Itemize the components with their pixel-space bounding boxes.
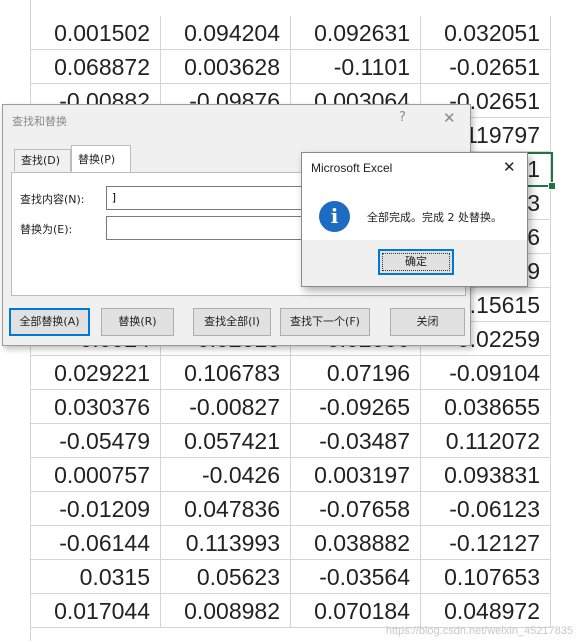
table-cell[interactable]: 0.017044: [31, 594, 161, 628]
table-cell[interactable]: 0.003628: [161, 50, 291, 84]
dialog-title: 查找和替换: [12, 115, 67, 128]
table-cell[interactable]: -0.05479: [31, 424, 161, 458]
table-cell[interactable]: 0.001502: [31, 16, 161, 50]
table-cell[interactable]: 0.057421: [161, 424, 291, 458]
tab-find[interactable]: 查找(D): [14, 149, 71, 171]
table-cell[interactable]: -0.01209: [31, 492, 161, 526]
table-cell[interactable]: 0.092631: [291, 16, 421, 50]
table-row: -0.05479 0.057421 -0.03487 0.112072: [0, 424, 581, 458]
table-cell[interactable]: 0.030376: [31, 390, 161, 424]
table-cell[interactable]: 0.094204: [161, 16, 291, 50]
table-cell[interactable]: -0.03564: [291, 560, 421, 594]
close-icon[interactable]: ✕: [503, 158, 516, 176]
table-cell[interactable]: -0.0426: [161, 458, 291, 492]
table-cell[interactable]: -0.03487: [291, 424, 421, 458]
table-cell[interactable]: 0.0315: [31, 560, 161, 594]
table-row: 0.030376 -0.00827 -0.09265 0.038655: [0, 390, 581, 424]
table-cell[interactable]: 0.093831: [421, 458, 551, 492]
table-row: -0.06144 0.113993 0.038882 -0.12127: [0, 526, 581, 560]
table-cell[interactable]: -0.00827: [161, 390, 291, 424]
help-icon[interactable]: ?: [399, 110, 406, 125]
table-row: 0.001502 0.094204 0.092631 0.032051: [0, 16, 581, 50]
close-icon[interactable]: ✕: [443, 109, 456, 127]
table-row: 0.000757 -0.0426 0.003197 0.093831: [0, 458, 581, 492]
message-box-titlebar: Microsoft Excel ✕: [302, 153, 527, 184]
table-cell[interactable]: 0.038655: [421, 390, 551, 424]
table-cell[interactable]: 0.05623: [161, 560, 291, 594]
table-row: 0.017044 0.008982 0.070184 0.048972: [0, 594, 581, 628]
find-all-button[interactable]: 查找全部(I): [193, 308, 271, 336]
close-button[interactable]: 关闭: [390, 308, 465, 336]
replace-all-button[interactable]: 全部替换(A): [9, 308, 90, 336]
table-cell[interactable]: 0.107653: [421, 560, 551, 594]
table-cell[interactable]: 0.032051: [421, 16, 551, 50]
table-cell[interactable]: -0.1101: [291, 50, 421, 84]
table-cell[interactable]: 0.106783: [161, 356, 291, 390]
table-row: 0.029221 0.106783 0.07196 -0.09104: [0, 356, 581, 390]
replace-button[interactable]: 替换(R): [101, 308, 174, 336]
tab-replace[interactable]: 替换(P): [71, 145, 131, 173]
message-box-body: i 全部完成。完成 2 处替换。: [302, 184, 527, 240]
table-cell[interactable]: 0.008982: [161, 594, 291, 628]
replace-with-label: 替换为(E):: [20, 223, 73, 236]
table-cell[interactable]: 0.048972: [421, 594, 551, 628]
info-icon: i: [319, 201, 350, 232]
table-cell[interactable]: 0.068872: [31, 50, 161, 84]
table-cell[interactable]: 0.038882: [291, 526, 421, 560]
table-cell[interactable]: 0.112072: [421, 424, 551, 458]
table-cell[interactable]: -0.07658: [291, 492, 421, 526]
table-cell[interactable]: 0.070184: [291, 594, 421, 628]
ok-button[interactable]: 确定: [378, 249, 454, 275]
table-cell[interactable]: 0.047836: [161, 492, 291, 526]
message-box-title: Microsoft Excel: [311, 161, 393, 175]
fill-handle[interactable]: [548, 182, 556, 190]
table-cell[interactable]: -0.09265: [291, 390, 421, 424]
table-cell[interactable]: 0.029221: [31, 356, 161, 390]
message-text: 全部完成。完成 2 处替换。: [367, 211, 502, 224]
table-cell[interactable]: 0.003197: [291, 458, 421, 492]
find-what-label: 查找内容(N):: [20, 193, 85, 206]
watermark: https://blog.csdn.net/weixin_45217835: [385, 625, 573, 637]
table-row: 0.068872 0.003628 -0.1101 -0.02651: [0, 50, 581, 84]
find-next-button[interactable]: 查找下一个(F): [280, 308, 370, 336]
table-row: 0.0315 0.05623 -0.03564 0.107653: [0, 560, 581, 594]
table-row: -0.01209 0.047836 -0.07658 -0.06123: [0, 492, 581, 526]
table-cell[interactable]: -0.06144: [31, 526, 161, 560]
table-cell[interactable]: -0.06123: [421, 492, 551, 526]
table-cell[interactable]: 0.000757: [31, 458, 161, 492]
excel-message-box: Microsoft Excel ✕ i 全部完成。完成 2 处替换。 确定: [301, 152, 528, 287]
table-cell[interactable]: 0.07196: [291, 356, 421, 390]
table-cell[interactable]: -0.09104: [421, 356, 551, 390]
table-cell[interactable]: -0.12127: [421, 526, 551, 560]
table-cell[interactable]: -0.02651: [421, 50, 551, 84]
table-cell[interactable]: 0.113993: [161, 526, 291, 560]
